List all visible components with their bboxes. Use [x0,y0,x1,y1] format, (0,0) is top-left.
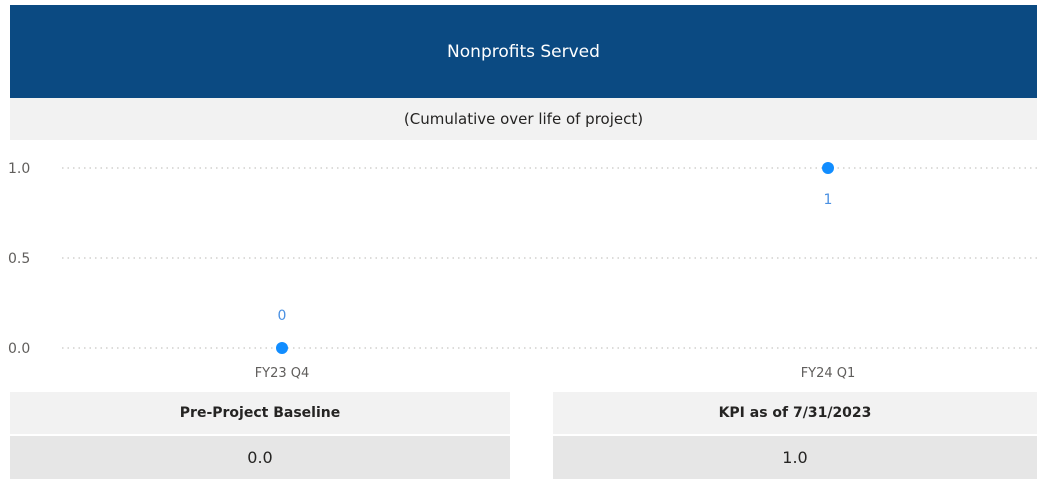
data-point [276,342,288,354]
baseline-card-title: Pre-Project Baseline [10,392,510,434]
scatter-chart: 0.0 0.5 1.0 FY23 Q4 FY24 Q1 0 1 [8,161,1040,381]
data-label: 0 [278,308,287,324]
x-tick-label: FY23 Q4 [255,366,310,381]
y-tick-label: 0.0 [8,341,30,357]
x-tick-label: FY24 Q1 [801,366,856,381]
chart-header: Nonprofits Served [10,5,1037,98]
baseline-title-text: Pre-Project Baseline [179,405,341,421]
y-tick-label: 1.0 [8,161,30,177]
kpi-title-text: KPI as of 7/31/2023 [718,405,872,421]
baseline-value-text: 0.0 [247,448,273,467]
data-point [822,162,834,174]
kpi-value-text: 1.0 [782,448,808,467]
chart-subtitle-bar: (Cumulative over life of project) [10,98,1037,140]
kpi-card-title: KPI as of 7/31/2023 [553,392,1037,434]
chart-subtitle: (Cumulative over life of project) [403,110,644,128]
data-label: 1 [824,192,833,208]
baseline-card-value: 0.0 [10,436,510,479]
kpi-card-value: 1.0 [553,436,1037,479]
y-tick-label: 0.5 [8,251,30,267]
chart-title: Nonprofits Served [447,41,600,62]
